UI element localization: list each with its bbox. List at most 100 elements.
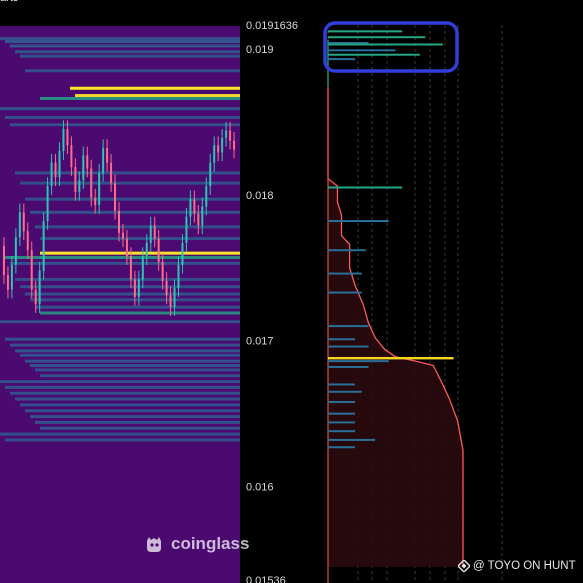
depth-bar bbox=[328, 438, 376, 441]
y-tick-label: 0.017 bbox=[246, 336, 274, 348]
candle-body bbox=[137, 279, 140, 297]
candle-body bbox=[82, 155, 85, 181]
candle-body bbox=[78, 180, 81, 192]
heatmap-band bbox=[10, 391, 240, 395]
watermark-text: coinglass bbox=[171, 534, 250, 553]
candle-body bbox=[74, 167, 77, 192]
heatmap-band bbox=[40, 426, 240, 430]
candle-body bbox=[18, 212, 21, 238]
coinglass-logo-icon bbox=[147, 537, 161, 552]
credit-text: @ TOYO ON HUNT bbox=[473, 560, 576, 572]
heatmap-band bbox=[5, 256, 240, 260]
heatmap-band bbox=[5, 438, 240, 442]
depth-bar bbox=[328, 383, 355, 386]
heatmap-band bbox=[0, 320, 240, 324]
heatmap-band bbox=[25, 197, 240, 201]
depth-bar bbox=[328, 53, 420, 56]
depth-bar bbox=[328, 291, 362, 294]
candle-body bbox=[90, 168, 93, 198]
candle-body bbox=[173, 288, 176, 308]
heatmap-band bbox=[25, 359, 240, 363]
candle-body bbox=[66, 129, 69, 146]
candle-body bbox=[110, 162, 113, 184]
candle-body bbox=[102, 148, 105, 173]
heatmap-band bbox=[30, 210, 240, 214]
y-tick-label: 0.016 bbox=[246, 482, 274, 494]
depth-bar bbox=[328, 186, 403, 189]
coinglass-watermark: coinglass bbox=[143, 533, 249, 555]
depth-bar bbox=[328, 345, 369, 348]
candle-body bbox=[38, 270, 41, 305]
candle-body bbox=[26, 231, 29, 251]
heatmap-band bbox=[5, 40, 240, 44]
candle-body bbox=[125, 238, 128, 257]
candle-body bbox=[118, 210, 120, 233]
candle-body bbox=[169, 295, 172, 308]
candle-body bbox=[121, 232, 124, 239]
heatmap-band bbox=[75, 94, 240, 98]
candle-body bbox=[50, 162, 53, 187]
heatmap-band bbox=[40, 237, 240, 241]
heatmap-band bbox=[20, 181, 240, 185]
heatmap-band bbox=[35, 420, 240, 424]
heatmap-band bbox=[5, 115, 240, 119]
candle-body bbox=[193, 199, 196, 214]
candle-body bbox=[114, 183, 117, 211]
depth-bar bbox=[328, 36, 426, 39]
heatmap-band bbox=[40, 96, 240, 100]
depth-bar bbox=[328, 49, 396, 52]
heatmap-band bbox=[35, 305, 240, 309]
candle-body bbox=[229, 130, 232, 141]
depth-bar bbox=[328, 325, 369, 328]
candle-body bbox=[165, 280, 168, 296]
depth-bar bbox=[328, 338, 355, 341]
candle-body bbox=[189, 199, 192, 217]
heatmap-band bbox=[10, 44, 240, 48]
candle-body bbox=[205, 186, 208, 207]
depth-bar bbox=[328, 446, 355, 449]
y-tick-label: 0.018 bbox=[246, 190, 274, 202]
depth-bar bbox=[328, 360, 389, 363]
depth-bar bbox=[328, 421, 355, 424]
heatmap-band bbox=[40, 374, 240, 378]
heatmap-band bbox=[70, 86, 240, 90]
candle-body bbox=[10, 264, 13, 290]
depth-bar bbox=[328, 43, 443, 46]
y-tick-label: 0.01536 bbox=[246, 575, 286, 583]
heatmap-band bbox=[5, 337, 240, 341]
depth-bar bbox=[328, 430, 355, 433]
candle-body bbox=[157, 238, 160, 262]
candle-body bbox=[6, 275, 9, 290]
heatmap-band bbox=[35, 225, 240, 229]
candle-body bbox=[197, 213, 200, 226]
candle-body bbox=[94, 197, 97, 205]
depth-bar bbox=[328, 400, 355, 403]
candle-body bbox=[209, 162, 212, 187]
heatmap-band bbox=[20, 285, 240, 289]
heatmap-band bbox=[40, 311, 240, 315]
candle-body bbox=[201, 206, 204, 226]
candle-body bbox=[145, 242, 148, 257]
heatmap-band bbox=[0, 432, 240, 436]
heatmap-band bbox=[20, 353, 240, 357]
y-tick-label: 0.0191636 bbox=[246, 20, 298, 32]
heatmap-band bbox=[35, 368, 240, 372]
header-fragment-text: arts bbox=[0, 0, 18, 4]
candle-body bbox=[106, 148, 109, 163]
heatmap-band bbox=[10, 123, 240, 127]
heatmap-band bbox=[0, 37, 240, 41]
candle-body bbox=[225, 130, 228, 138]
depth-bar bbox=[328, 249, 366, 252]
candle-body bbox=[42, 221, 45, 271]
candle-body bbox=[30, 250, 33, 290]
depth-bar bbox=[328, 272, 362, 275]
depth-bar bbox=[328, 220, 389, 223]
candle-body bbox=[153, 225, 156, 239]
candle-body bbox=[141, 256, 144, 280]
heatmap-band bbox=[40, 251, 240, 255]
depth-bar bbox=[328, 58, 355, 61]
depth-bar bbox=[328, 365, 369, 368]
candle-body bbox=[221, 137, 224, 153]
candle-body bbox=[54, 162, 57, 178]
candle-body bbox=[149, 225, 152, 243]
